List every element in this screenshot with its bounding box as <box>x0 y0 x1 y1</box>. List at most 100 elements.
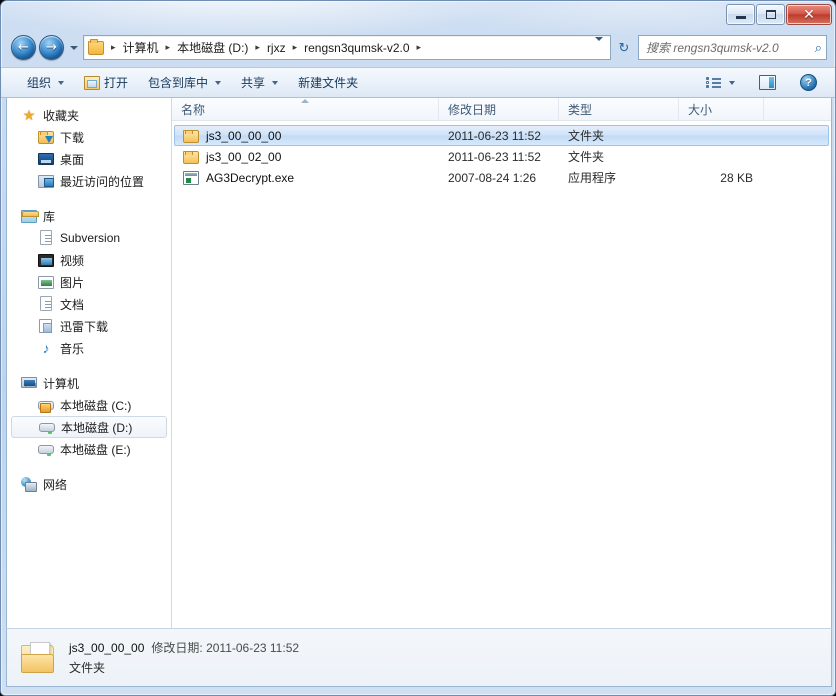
chevron-down-icon <box>69 45 78 50</box>
breadcrumb[interactable]: ▸ 计算机 ▸ 本地磁盘 (D:) ▸ rjxz ▸ rengsn3qumsk-… <box>83 35 611 60</box>
toolbar-right-group: ? <box>694 72 835 94</box>
column-header-name[interactable]: 名称 <box>172 98 439 120</box>
navpane-header-favorites[interactable]: ★ 收藏夹 <box>7 104 171 126</box>
address-bar-row: ← → ▸ 计算机 ▸ 本地磁盘 (D:) ▸ rjxz ▸ rengsn3qu… <box>1 34 835 62</box>
minimize-button[interactable] <box>726 4 755 25</box>
navpane-item-thunder-download[interactable]: 迅雷下载 <box>7 315 171 337</box>
organize-label: 组织 <box>27 76 52 90</box>
refresh-button[interactable]: ↻ <box>613 35 635 60</box>
navpane-item-drive-d[interactable]: 本地磁盘 (D:) <box>11 416 167 438</box>
pictures-icon <box>38 274 54 290</box>
navpane-item-subversion[interactable]: Subversion <box>7 227 171 249</box>
chevron-down-icon <box>595 36 603 55</box>
sort-ascending-icon <box>301 99 309 103</box>
navigation-pane[interactable]: ★ 收藏夹 下载 桌面 最近访问的位置 库 Subversion 视频 图片 文… <box>7 98 172 628</box>
navpane-item-pictures[interactable]: 图片 <box>7 271 171 293</box>
folder-icon <box>183 149 199 165</box>
breadcrumb-dropdown-button[interactable] <box>591 36 610 55</box>
title-bar[interactable]: ✕ <box>1 1 835 31</box>
navpane-header-computer[interactable]: 计算机 <box>7 372 171 394</box>
navpane-item-drive-c[interactable]: 本地磁盘 (C:) <box>7 394 171 416</box>
maximize-button[interactable] <box>756 4 785 25</box>
column-label: 修改日期 <box>448 102 497 117</box>
navpane-label: 文档 <box>60 297 85 312</box>
chevron-down-icon <box>215 80 222 85</box>
recent-places-icon <box>38 173 54 189</box>
status-modified-date: 修改日期: 2011-06-23 11:52 <box>151 641 300 655</box>
close-button[interactable]: ✕ <box>786 4 832 25</box>
forward-button[interactable]: → <box>39 35 64 60</box>
navpane-item-music[interactable]: ♪ 音乐 <box>7 337 171 359</box>
open-button[interactable]: 打开 <box>76 72 136 94</box>
breadcrumb-separator[interactable]: ▸ <box>250 42 265 53</box>
column-header-size[interactable]: 大小 <box>679 98 764 120</box>
view-list-icon <box>706 76 722 90</box>
breadcrumb-separator[interactable]: ▸ <box>412 42 427 53</box>
refresh-icon: ↻ <box>618 39 630 55</box>
table-row[interactable]: AG3Decrypt.exe 2007-08-24 1:26 应用程序 28 K… <box>174 167 829 188</box>
chevron-down-icon <box>729 80 735 85</box>
breadcrumb-item-current[interactable]: rengsn3qumsk-v2.0 <box>302 41 411 55</box>
file-list-pane[interactable]: 名称 修改日期 类型 大小 js3_00_00_00 2011-06-23 11… <box>172 98 831 628</box>
breadcrumb-item-computer[interactable]: 计算机 <box>121 39 161 56</box>
search-input[interactable]: 搜索 rengsn3qumsk-v2.0 ⌕ <box>638 35 827 60</box>
table-row[interactable]: js3_00_00_00 2011-06-23 11:52 文件夹 <box>174 125 829 146</box>
navpane-label: 桌面 <box>60 152 85 167</box>
navpane-item-documents[interactable]: 文档 <box>7 293 171 315</box>
navpane-label: 收藏夹 <box>43 108 80 123</box>
column-header-type[interactable]: 类型 <box>559 98 679 120</box>
navpane-header-libraries[interactable]: 库 <box>7 205 171 227</box>
navpane-spacer <box>7 460 171 473</box>
recent-pages-button[interactable] <box>68 35 79 60</box>
help-button[interactable]: ? <box>792 72 825 94</box>
column-label: 类型 <box>568 102 593 117</box>
status-line-primary: js3_00_00_00 修改日期: 2011-06-23 11:52 <box>69 639 299 656</box>
file-date-cell: 2011-06-23 11:52 <box>448 149 541 164</box>
include-in-library-label: 包含到库中 <box>148 76 209 90</box>
share-button[interactable]: 共享 <box>233 72 286 94</box>
status-item-type: 文件夹 <box>69 661 106 675</box>
caption-button-group: ✕ <box>725 4 832 25</box>
organize-button[interactable]: 组织 <box>19 72 72 94</box>
close-icon: ✕ <box>803 6 815 23</box>
breadcrumb-separator[interactable]: ▸ <box>161 42 176 53</box>
breadcrumb-separator[interactable]: ▸ <box>288 42 303 53</box>
back-arrow-icon: ← <box>18 40 29 55</box>
change-view-button[interactable] <box>698 72 743 94</box>
navpane-label: 下载 <box>60 130 85 145</box>
navpane-item-videos[interactable]: 视频 <box>7 249 171 271</box>
system-drive-icon <box>38 397 54 413</box>
folder-icon <box>183 128 199 144</box>
navpane-item-recent-places[interactable]: 最近访问的位置 <box>7 170 171 192</box>
file-type-cell: 文件夹 <box>568 150 605 164</box>
folder-front <box>21 653 54 673</box>
table-row[interactable]: js3_00_02_00 2011-06-23 11:52 文件夹 <box>174 146 829 167</box>
open-label: 打开 <box>104 76 129 90</box>
file-name-cell: js3_00_02_00 <box>175 149 440 165</box>
file-type-cell: 文件夹 <box>568 129 605 143</box>
folder-icon <box>88 38 104 55</box>
explorer-window: ✕ ← → ▸ 计算机 ▸ 本地磁盘 (D:) ▸ rjxz ▸ rengsn3 <box>0 0 836 696</box>
forward-arrow-icon: → <box>46 40 57 55</box>
navpane-header-network[interactable]: 网络 <box>7 473 171 495</box>
exe-icon <box>183 170 199 186</box>
search-placeholder: 搜索 rengsn3qumsk-v2.0 <box>646 41 779 55</box>
file-name: js3_00_02_00 <box>206 149 282 164</box>
column-label: 大小 <box>688 102 713 117</box>
back-button[interactable]: ← <box>11 35 36 60</box>
navpane-item-downloads[interactable]: 下载 <box>7 126 171 148</box>
new-folder-button[interactable]: 新建文件夹 <box>290 72 366 94</box>
include-in-library-button[interactable]: 包含到库中 <box>140 72 229 94</box>
star-icon: ★ <box>22 107 36 123</box>
file-name-cell: js3_00_00_00 <box>175 128 440 144</box>
downloads-icon <box>38 129 54 145</box>
column-header-date[interactable]: 修改日期 <box>439 98 559 120</box>
navpane-item-drive-e[interactable]: 本地磁盘 (E:) <box>7 438 171 460</box>
breadcrumb-item-drive-d[interactable]: 本地磁盘 (D:) <box>175 39 250 56</box>
breadcrumb-item-rjxz[interactable]: rjxz <box>265 41 288 55</box>
search-icon: ⌕ <box>814 39 822 55</box>
navpane-item-desktop[interactable]: 桌面 <box>7 148 171 170</box>
preview-pane-button[interactable] <box>751 72 784 94</box>
file-rows[interactable]: js3_00_00_00 2011-06-23 11:52 文件夹 js3_00… <box>172 121 831 628</box>
navpane-label: 本地磁盘 (E:) <box>60 442 131 457</box>
